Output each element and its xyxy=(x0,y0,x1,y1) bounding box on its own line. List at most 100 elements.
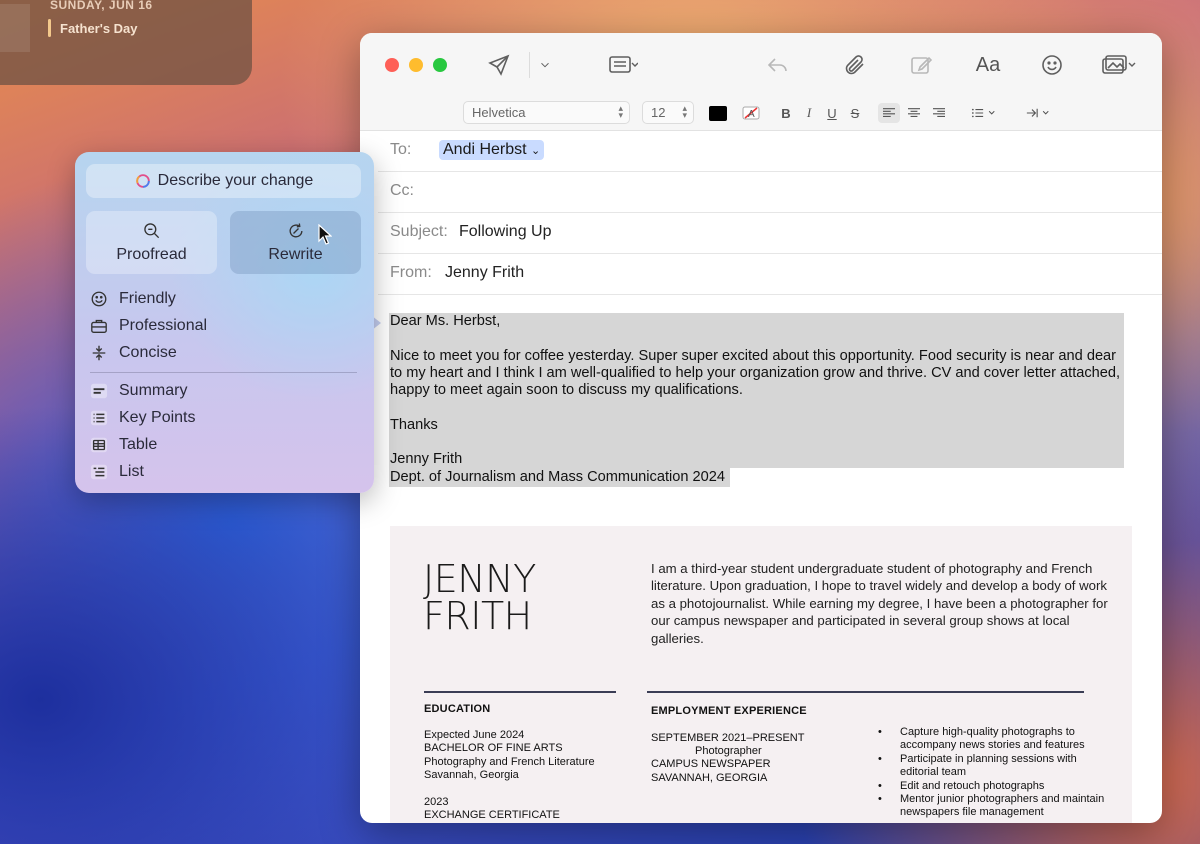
format-bar: Helvetica ▴ ▾ 12 ▴ ▾ A B I U S xyxy=(360,95,1162,131)
list-icon xyxy=(89,462,109,482)
svg-text:A: A xyxy=(748,109,755,120)
calendar-date: SUNDAY, JUN 16 xyxy=(50,0,153,12)
recipient-name: Andi Herbst xyxy=(443,141,527,158)
body-line-3[interactable]: happy to meet again soon to discuss my q… xyxy=(390,382,743,400)
font-panel-icon[interactable]: Aa xyxy=(971,50,1005,80)
subject-field-row[interactable]: Subject: Following Up xyxy=(378,213,1162,254)
body-line-2[interactable]: to my heart and I think I am well-qualif… xyxy=(390,365,1120,383)
list-style-icon[interactable] xyxy=(968,103,1000,123)
recipient-token[interactable]: Andi Herbst ⌄ xyxy=(439,140,545,160)
reply-icon[interactable] xyxy=(763,50,793,80)
writing-tools-popover: Describe your change Proofread Rewrite F… xyxy=(75,152,374,493)
chevron-down-icon: ⌄ xyxy=(531,145,541,157)
to-label: To: xyxy=(390,141,412,158)
table-option[interactable]: Table xyxy=(89,433,359,457)
friendly-option[interactable]: Friendly xyxy=(89,287,359,311)
send-icon[interactable] xyxy=(484,50,514,80)
concise-option[interactable]: Concise xyxy=(89,341,359,365)
bold-button[interactable]: B xyxy=(778,103,794,123)
education-heading: EDUCATION xyxy=(424,703,491,715)
photo-browser-icon[interactable] xyxy=(1096,50,1142,80)
font-family-select[interactable]: Helvetica ▴ ▾ xyxy=(463,101,630,124)
rewrite-label: Rewrite xyxy=(268,246,323,263)
table-label: Table xyxy=(119,436,158,453)
paperclip-icon[interactable] xyxy=(840,50,870,80)
minimize-window-button[interactable] xyxy=(409,58,423,72)
professional-option[interactable]: Professional xyxy=(89,314,359,338)
table-icon xyxy=(89,435,109,455)
mouse-pointer-icon xyxy=(318,224,332,245)
job-dates: SEPTEMBER 2021–PRESENT xyxy=(651,732,805,744)
italic-button[interactable]: I xyxy=(801,103,817,123)
strikethrough-button[interactable]: S xyxy=(847,103,863,123)
compose-icon[interactable] xyxy=(906,50,936,80)
describe-change-label: Describe your change xyxy=(157,172,314,189)
align-left-icon[interactable] xyxy=(878,103,900,123)
font-panel-label: Aa xyxy=(975,53,1001,76)
font-size-value: 12 xyxy=(651,105,666,120)
list-label: List xyxy=(119,463,144,480)
select-arrows-icon: ▴ ▾ xyxy=(618,103,623,120)
greeting-line[interactable]: Dear Ms. Herbst, xyxy=(390,313,500,331)
background-color-icon[interactable]: A xyxy=(741,103,761,123)
emoji-icon[interactable] xyxy=(1037,50,1067,80)
resume-attachment-preview[interactable]: JENNY FRITH I am a third-year student un… xyxy=(390,526,1132,823)
list-item: Capture high-quality photographs to acco… xyxy=(878,726,1108,753)
job-org: CAMPUS NEWSPAPER xyxy=(651,758,771,770)
header-fields-icon[interactable] xyxy=(601,50,645,80)
rewrite-icon xyxy=(289,223,302,238)
employment-rule xyxy=(647,691,1084,693)
rewrite-button[interactable]: Rewrite xyxy=(230,211,361,274)
compress-icon xyxy=(89,343,109,363)
zoom-window-button[interactable] xyxy=(433,58,447,72)
proofread-icon xyxy=(143,223,159,239)
calendar-widget[interactable]: SUNDAY, JUN 16 Father's Day xyxy=(0,0,252,85)
education-line: Savannah, Georgia xyxy=(424,769,519,781)
from-field[interactable]: Jenny Frith xyxy=(445,264,524,282)
calendar-event-marker xyxy=(48,19,51,37)
font-size-select[interactable]: 12 ▴ ▾ xyxy=(642,101,694,124)
subject-field[interactable]: Following Up xyxy=(459,223,551,241)
employment-heading: EMPLOYMENT EXPERIENCE xyxy=(651,705,807,717)
education-line: BACHELOR OF FINE ARTS xyxy=(424,742,563,754)
to-field-row[interactable]: To: Andi Herbst ⌄ xyxy=(378,131,1162,172)
signature-name[interactable]: Jenny Frith xyxy=(390,451,462,469)
describe-change-button[interactable]: Describe your change xyxy=(86,164,361,198)
education-rule xyxy=(424,691,616,693)
list-item: Edit and retouch photographs xyxy=(878,780,1108,794)
resume-name: JENNY FRITH xyxy=(423,560,536,638)
calendar-event[interactable]: Father's Day xyxy=(60,21,138,36)
smiley-icon xyxy=(89,289,109,309)
closing-line[interactable]: Thanks xyxy=(390,417,438,435)
underline-button[interactable]: U xyxy=(824,103,840,123)
align-right-icon[interactable] xyxy=(928,103,950,123)
divider xyxy=(90,372,357,373)
summary-label: Summary xyxy=(119,382,188,399)
list-option[interactable]: List xyxy=(89,460,359,484)
key-points-label: Key Points xyxy=(119,409,196,426)
proofread-label: Proofread xyxy=(116,246,187,263)
select-arrows-icon: ▴ ▾ xyxy=(682,103,687,120)
signature-dept[interactable]: Dept. of Journalism and Mass Communicati… xyxy=(390,469,725,487)
subject-label: Subject: xyxy=(390,223,448,240)
summary-option[interactable]: Summary xyxy=(89,379,359,403)
key-points-icon xyxy=(89,408,109,428)
text-color-swatch[interactable] xyxy=(709,106,727,121)
summary-icon xyxy=(89,381,109,401)
close-window-button[interactable] xyxy=(385,58,399,72)
cc-field-row[interactable]: Cc: xyxy=(378,172,1162,213)
chevron-down-icon[interactable] xyxy=(530,50,560,80)
cc-label: Cc: xyxy=(390,182,414,199)
body-line-1[interactable]: Nice to meet you for coffee yesterday. S… xyxy=(390,348,1116,366)
indent-icon[interactable] xyxy=(1022,103,1054,123)
from-field-row[interactable]: From: Jenny Frith xyxy=(378,254,1162,295)
list-item: Mentor junior photographers and maintain… xyxy=(878,793,1108,820)
education-line: Expected June 2024 xyxy=(424,729,525,741)
job-place: SAVANNAH, GEORGIA xyxy=(651,772,768,784)
professional-label: Professional xyxy=(119,317,208,334)
resume-name-last: FRITH xyxy=(423,594,532,638)
align-center-icon[interactable] xyxy=(903,103,925,123)
from-label: From: xyxy=(390,264,432,281)
key-points-option[interactable]: Key Points xyxy=(89,406,359,430)
proofread-button[interactable]: Proofread xyxy=(86,211,217,274)
